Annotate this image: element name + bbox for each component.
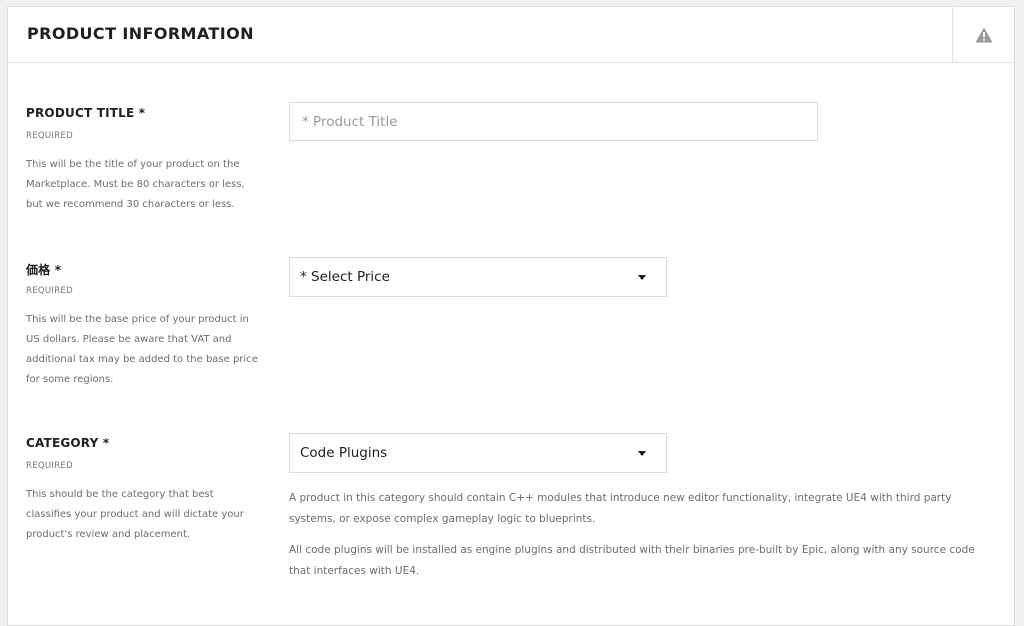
category-info-paragraph: A product in this category should contai… <box>289 492 952 525</box>
category-required: REQUIRED <box>26 461 73 471</box>
price-select-value: * Select Price <box>300 269 390 285</box>
panel-header: PRODUCT INFORMATION <box>8 7 1014 63</box>
product-title-description: This will be the title of your product o… <box>26 159 245 210</box>
product-title-required: REQUIRED <box>26 131 73 141</box>
price-description: This will be the base price of your prod… <box>26 314 258 385</box>
category-select-value: Code Plugins <box>300 445 388 461</box>
product-title-label: PRODUCT TITLE * <box>26 106 146 120</box>
warning-indicator[interactable] <box>952 7 1014 62</box>
chevron-down-icon <box>638 275 646 280</box>
warning-icon <box>975 27 992 42</box>
price-required: REQUIRED <box>26 286 73 296</box>
product-title-input[interactable] <box>289 102 818 141</box>
price-label: 価格 * <box>26 263 62 277</box>
price-select[interactable]: * Select Price <box>289 257 667 297</box>
category-info-paragraph: All code plugins will be installed as en… <box>289 544 975 577</box>
chevron-down-icon <box>638 451 646 456</box>
category-description: This should be the category that best cl… <box>26 489 244 540</box>
category-select[interactable]: Code Plugins <box>289 433 667 473</box>
category-label: CATEGORY * <box>26 436 110 450</box>
panel-title: PRODUCT INFORMATION <box>27 24 254 43</box>
product-information-panel: PRODUCT INFORMATION PRODUCT TITLE * REQU… <box>7 6 1015 626</box>
